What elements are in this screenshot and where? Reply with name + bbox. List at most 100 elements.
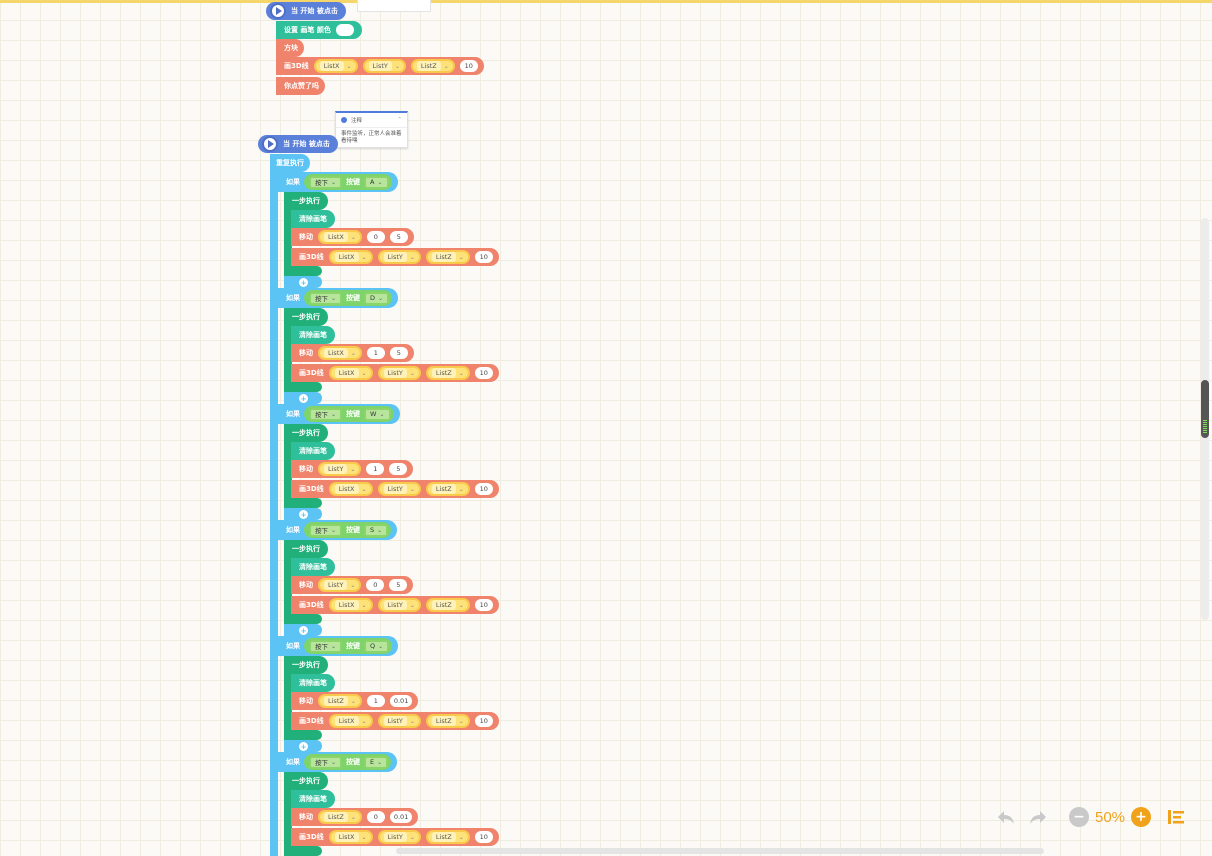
when-start-clicked-hat-block-2[interactable]: 当 开始 被点击 (258, 135, 338, 153)
key-dropdown[interactable]: S ⌄ (364, 523, 389, 537)
vertical-scrollbar-thumb[interactable] (1201, 380, 1209, 438)
move-value-1[interactable]: 1 (366, 463, 385, 475)
add-branch-icon[interactable]: + (299, 742, 308, 751)
ask-like-block[interactable]: 你点赞了吗 (276, 77, 325, 95)
var-dropdown-x[interactable]: ListX ⌄ (313, 59, 358, 73)
undo-icon[interactable] (995, 806, 1017, 828)
key-pressed-condition[interactable]: 按下 ⌄ 按键 W ⌄ (304, 406, 394, 422)
move-block[interactable]: 移动 ListX ⌄ 1 5 (291, 344, 414, 362)
var-dropdown-z[interactable]: ListZ ⌄ (425, 830, 470, 844)
draw-3d-line-block[interactable]: 画3D线 ListX ⌄ ListY ⌄ ListZ ⌄ 10 (291, 712, 499, 730)
press-dropdown[interactable]: 按下 ⌄ (309, 639, 343, 653)
clear-pen-block[interactable]: 清除画笔 (291, 326, 335, 344)
move-block[interactable]: 移动 ListY ⌄ 0 5 (291, 576, 414, 594)
move-block[interactable]: 移动 ListX ⌄ 0 5 (291, 228, 414, 246)
if-key-pressed-block[interactable]: 如果 按下 ⌄ 按键 S ⌄ (278, 520, 398, 540)
press-dropdown[interactable]: 按下 ⌄ (309, 523, 343, 537)
axis-dropdown[interactable]: ListY ⌄ (318, 462, 362, 476)
if-key-pressed-block[interactable]: 如果 按下 ⌄ 按键 A ⌄ (278, 172, 398, 192)
collapse-icon[interactable]: ⌃ (397, 117, 402, 123)
var-dropdown-z[interactable]: ListZ ⌄ (410, 59, 455, 73)
var-dropdown-y[interactable]: ListY ⌄ (377, 250, 421, 264)
press-dropdown[interactable]: 按下 ⌄ (309, 175, 343, 189)
number-input[interactable]: 10 (474, 715, 493, 727)
var-dropdown-z[interactable]: ListZ ⌄ (425, 714, 470, 728)
key-pressed-condition[interactable]: 按下 ⌄ 按键 D ⌄ (304, 290, 393, 306)
clear-pen-block[interactable]: 清除画笔 (291, 558, 335, 576)
var-dropdown-y[interactable]: ListY ⌄ (362, 59, 406, 73)
draw-3d-line-block[interactable]: 画3D线 ListX ⌄ ListY ⌄ ListZ ⌄ 10 (291, 480, 499, 498)
move-value-2[interactable]: 5 (389, 347, 408, 359)
key-pressed-condition[interactable]: 按下 ⌄ 按键 E ⌄ (304, 754, 392, 770)
axis-dropdown[interactable]: ListX ⌄ (318, 230, 362, 244)
var-dropdown-z[interactable]: ListZ ⌄ (425, 250, 470, 264)
move-value-2[interactable]: 5 (389, 579, 408, 591)
clear-pen-block[interactable]: 清除画笔 (291, 210, 335, 228)
add-branch-icon[interactable]: + (299, 626, 308, 635)
key-pressed-condition[interactable]: 按下 ⌄ 按键 S ⌄ (304, 522, 392, 538)
var-dropdown-y[interactable]: ListY ⌄ (377, 830, 421, 844)
outline-icon[interactable] (1167, 809, 1185, 825)
number-input[interactable]: 10 (474, 599, 493, 611)
var-dropdown-y[interactable]: ListY ⌄ (377, 714, 421, 728)
var-dropdown-x[interactable]: ListX ⌄ (328, 830, 373, 844)
draw-3d-line-block[interactable]: 画3D线 ListX ⌄ ListY ⌄ ListZ ⌄ 10 (291, 828, 499, 846)
number-input[interactable]: 10 (474, 483, 493, 495)
when-start-clicked-hat-block[interactable]: 当 开始 被点击 (266, 2, 346, 20)
clear-pen-block[interactable]: 清除画笔 (291, 790, 335, 808)
if-key-pressed-block[interactable]: 如果 按下 ⌄ 按键 D ⌄ (278, 288, 399, 308)
draw-3d-line-block[interactable]: 画3D线 ListX ⌄ ListY ⌄ ListZ ⌄ 10 (291, 596, 499, 614)
add-branch-icon[interactable]: + (299, 394, 308, 403)
clear-pen-block[interactable]: 清除画笔 (291, 674, 335, 692)
add-branch-icon[interactable]: + (299, 510, 308, 519)
zoom-out-button[interactable]: − (1069, 807, 1089, 827)
collapsed-note[interactable] (357, 0, 431, 12)
color-swatch[interactable] (335, 24, 354, 36)
number-input[interactable]: 10 (459, 60, 478, 72)
var-dropdown-y[interactable]: ListY ⌄ (377, 482, 421, 496)
var-dropdown-y[interactable]: ListY ⌄ (377, 366, 421, 380)
if-key-pressed-block[interactable]: 如果 按下 ⌄ 按键 Q ⌄ (278, 636, 399, 656)
press-dropdown[interactable]: 按下 ⌄ (309, 291, 343, 305)
move-value-2[interactable]: 0.01 (389, 695, 413, 707)
move-block[interactable]: 移动 ListY ⌄ 1 5 (291, 460, 414, 478)
key-pressed-condition[interactable]: 按下 ⌄ 按键 Q ⌄ (304, 638, 393, 654)
number-input[interactable]: 10 (474, 367, 493, 379)
var-dropdown-x[interactable]: ListX ⌄ (328, 366, 373, 380)
number-input[interactable]: 10 (474, 831, 493, 843)
set-pen-color-block[interactable]: 设置 画笔 颜色 (276, 21, 362, 39)
if-key-pressed-block[interactable]: 如果 按下 ⌄ 按键 W ⌄ (278, 404, 400, 424)
key-pressed-condition[interactable]: 按下 ⌄ 按键 A ⌄ (304, 174, 392, 190)
draw-3d-line-block[interactable]: 画3D线 ListX ⌄ ListY ⌄ ListZ ⌄ 10 (291, 248, 499, 266)
clear-pen-block[interactable]: 清除画笔 (291, 442, 335, 460)
horizontal-scrollbar[interactable] (396, 848, 1044, 854)
move-block[interactable]: 移动 ListZ ⌄ 1 0.01 (291, 692, 419, 710)
if-key-pressed-block[interactable]: 如果 按下 ⌄ 按键 E ⌄ (278, 752, 398, 772)
key-dropdown[interactable]: E ⌄ (364, 755, 389, 769)
axis-dropdown[interactable]: ListZ ⌄ (318, 810, 362, 824)
move-value-2[interactable]: 5 (389, 231, 408, 243)
move-value-1[interactable]: 1 (366, 695, 385, 707)
key-dropdown[interactable]: W ⌄ (364, 407, 391, 421)
comment-note[interactable]: 注释 ⌃ 事件监听，正常人会准着看待嘿 (335, 111, 408, 148)
var-dropdown-z[interactable]: ListZ ⌄ (425, 598, 470, 612)
move-block[interactable]: 移动 ListZ ⌄ 0 0.01 (291, 808, 419, 826)
move-value-1[interactable]: 0 (366, 579, 385, 591)
var-dropdown-z[interactable]: ListZ ⌄ (425, 366, 470, 380)
cube-block[interactable]: 方块 (276, 39, 304, 57)
axis-dropdown[interactable]: ListZ ⌄ (318, 694, 362, 708)
press-dropdown[interactable]: 按下 ⌄ (309, 407, 343, 421)
key-dropdown[interactable]: D ⌄ (364, 291, 390, 305)
axis-dropdown[interactable]: ListY ⌄ (318, 578, 362, 592)
key-dropdown[interactable]: Q ⌄ (364, 639, 390, 653)
move-value-1[interactable]: 0 (366, 231, 385, 243)
number-input[interactable]: 10 (474, 251, 493, 263)
redo-icon[interactable] (1027, 806, 1049, 828)
add-branch-icon[interactable]: + (299, 278, 308, 287)
draw-3d-line-block[interactable]: 画3D线 ListX ⌄ ListY ⌄ ListZ ⌄ 10 (276, 57, 484, 75)
move-value-1[interactable]: 0 (366, 811, 385, 823)
draw-3d-line-block[interactable]: 画3D线 ListX ⌄ ListY ⌄ ListZ ⌄ 10 (291, 364, 499, 382)
axis-dropdown[interactable]: ListX ⌄ (318, 346, 362, 360)
var-dropdown-x[interactable]: ListX ⌄ (328, 482, 373, 496)
press-dropdown[interactable]: 按下 ⌄ (309, 755, 343, 769)
